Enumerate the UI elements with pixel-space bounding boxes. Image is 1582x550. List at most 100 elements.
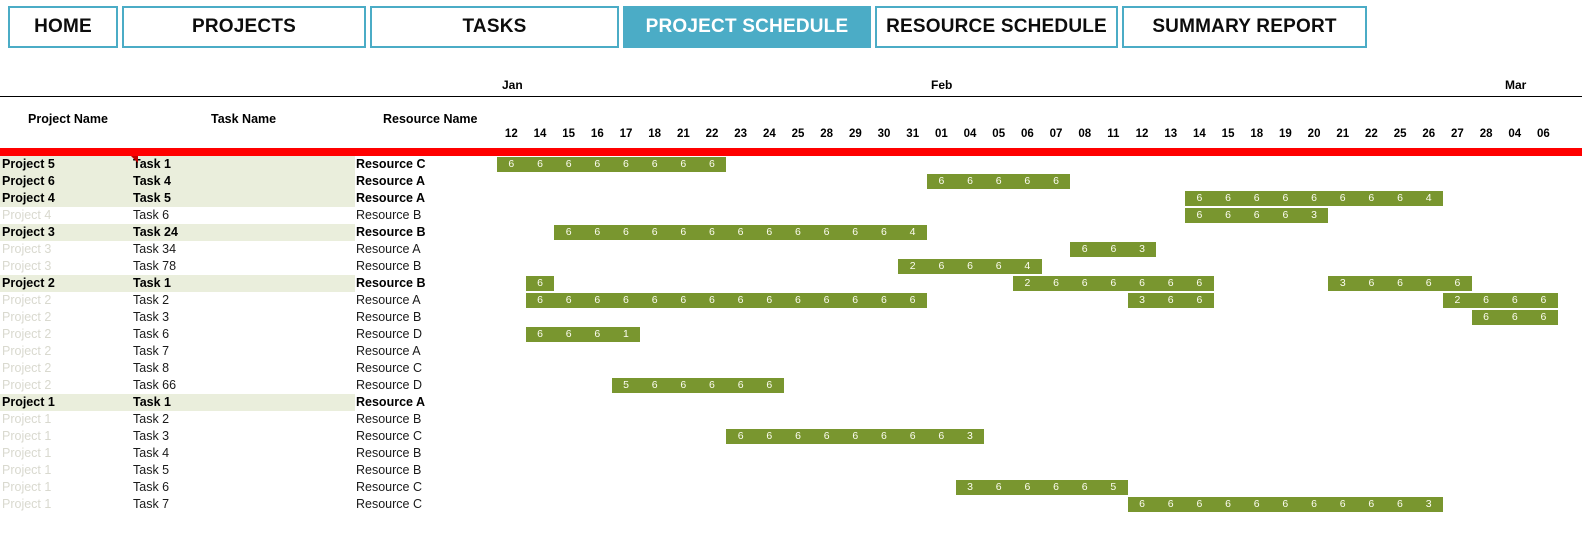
- nav-tab-project-schedule[interactable]: PROJECT SCHEDULE: [623, 6, 871, 48]
- cell-resource-name: Resource B: [356, 310, 422, 324]
- table-row[interactable]: Project 4 Task 6 Resource B 6 6 6 6 3: [0, 207, 1582, 224]
- gantt-bar-value: 6: [651, 158, 658, 170]
- table-row[interactable]: Project 4 Task 5 Resource A 6 6 6 6 6 6 6 6 4: [0, 190, 1582, 207]
- gantt-bar-value: 6: [680, 158, 687, 170]
- gantt-bar[interactable]: 2 6 6 6 4: [898, 259, 1042, 274]
- gantt-bar-value: 6: [1053, 481, 1059, 493]
- day-tick-label: 22: [705, 128, 719, 140]
- gantt-bar-value: 5: [623, 379, 629, 391]
- cell-resource-name: Resource B: [356, 225, 426, 239]
- cell-resource-name: Resource D: [356, 378, 422, 392]
- column-header-resource-name: Resource Name: [383, 112, 478, 126]
- gantt-bar[interactable]: 6 6 6 6 3: [1185, 208, 1329, 223]
- table-row[interactable]: Project 3 Task 78 Resource B 2 6 6 6 4: [0, 258, 1582, 275]
- gantt-bar[interactable]: 6 6 6 6 6 6 6 6 6 6 3: [1127, 497, 1444, 512]
- gantt-bar-value: 6: [623, 226, 629, 238]
- gantt-bar-value: 6: [1425, 277, 1432, 289]
- gantt-bar[interactable]: 3 6 6: [1127, 293, 1214, 308]
- gantt-bar-value: 6: [508, 158, 515, 170]
- gantt-bar-value: 6: [1196, 277, 1203, 289]
- cell-task-name: Task 6: [133, 208, 170, 222]
- gantt-bar-value: 6: [766, 226, 773, 238]
- day-tick-label: 25: [791, 128, 805, 140]
- nav-tab-projects[interactable]: PROJECTS: [122, 6, 366, 48]
- gantt-bar-value: 6: [880, 226, 887, 238]
- cell-task-name: Task 4: [133, 446, 170, 460]
- gantt-bar-value: 6: [1253, 209, 1260, 221]
- cell-task-name: Task 7: [133, 344, 170, 358]
- gantt-bar-value: 3: [1139, 294, 1145, 306]
- table-row[interactable]: Project 2 Task 66 Resource D 5 6 6 6 6 6: [0, 377, 1582, 394]
- gantt-bar-value: 6: [565, 158, 572, 170]
- gantt-bar[interactable]: 6: [525, 276, 555, 291]
- table-row[interactable]: Project 3 Task 24 Resource B 6 6 6 6 6 6 6 6 6 6 6 6 4: [0, 224, 1582, 241]
- day-tick-label: 27: [1451, 128, 1464, 140]
- table-row[interactable]: Project 3 Task 34 Resource A 6 6 3: [0, 241, 1582, 258]
- table-row[interactable]: Project 1 Task 6 Resource C 3 6 6 6 6 5: [0, 479, 1582, 496]
- day-tick-label: 06: [1537, 128, 1550, 140]
- gantt-bar[interactable]: 6 6 6 6 6 6 6 6 6 6 6 6 6 6: [525, 293, 928, 308]
- table-row[interactable]: Project 2 Task 8 Resource C: [0, 360, 1582, 377]
- day-tick-label: 12: [504, 128, 518, 140]
- gantt-bar[interactable]: 6 6 6 6 6 6 6 6 4: [1185, 191, 1444, 206]
- gantt-bar-value: 6: [881, 430, 887, 442]
- gantt-bar-value: 6: [880, 294, 887, 306]
- table-row[interactable]: Project 2 Task 3 Resource B 6 6 6: [0, 309, 1582, 326]
- cell-resource-name: Resource C: [356, 361, 422, 375]
- cell-project-name: Project 6: [2, 174, 55, 188]
- table-row[interactable]: Project 1 Task 5 Resource B: [0, 462, 1582, 479]
- day-tick-label: 11: [1107, 128, 1120, 140]
- table-row[interactable]: Project 2 Task 2 Resource A666666666666663…: [0, 292, 1582, 309]
- gantt-bar-value: 6: [967, 260, 973, 272]
- table-row[interactable]: Project 2 Task 6 Resource D 6 6 6 1: [0, 326, 1582, 343]
- day-tick-label: 04: [1508, 128, 1522, 140]
- table-row[interactable]: Project 1 Task 2 Resource B: [0, 411, 1582, 428]
- nav-tab-home[interactable]: HOME: [8, 6, 118, 48]
- gantt-bar[interactable]: 6 6 3: [1070, 242, 1157, 257]
- month-label-jan: Jan: [502, 78, 523, 92]
- table-row[interactable]: Project 5 Task 1 Resource C 6 6 6 6 6 6 6 6: [0, 156, 1582, 173]
- day-tick-label: 24: [762, 128, 776, 140]
- gantt-bar-value: 3: [1425, 498, 1432, 510]
- day-tick-label: 04: [963, 128, 977, 140]
- nav-tab-label: SUMMARY REPORT: [1152, 16, 1337, 37]
- gantt-bar-value: 5: [1110, 481, 1117, 493]
- gantt-bar-value: 6: [651, 379, 658, 391]
- gantt-bar[interactable]: 6 6 6 1: [525, 327, 641, 342]
- gantt-bar[interactable]: 5 6 6 6 6 6: [611, 378, 784, 393]
- nav-tab-tasks[interactable]: TASKS: [370, 6, 619, 48]
- gantt-bar[interactable]: 6 6 6 6 6 6 6 6: [497, 157, 727, 172]
- gantt-bar[interactable]: 6 6 6 6 6 6 6 6 6 6 6 6 4: [554, 225, 928, 240]
- table-row[interactable]: Project 1 Task 4 Resource B: [0, 445, 1582, 462]
- gantt-bar-value: 6: [1282, 498, 1289, 510]
- gantt-bar-value: 6: [852, 294, 859, 306]
- nav-tab-resource-schedule[interactable]: RESOURCE SCHEDULE: [875, 6, 1118, 48]
- gantt-bar-value: 6: [680, 226, 687, 238]
- nav-tab-summary-report[interactable]: SUMMARY REPORT: [1122, 6, 1367, 48]
- cell-task-name: Task 5: [133, 191, 171, 205]
- cell-project-name: Project 1: [2, 395, 55, 409]
- table-row[interactable]: Project 2 Task 1 Resource B 6 2 6 6 6 6 6 6 3 6 6 6 6: [0, 275, 1582, 292]
- table-row[interactable]: Project 1 Task 3 Resource C 6 6 6 6 6 6 6 6 3: [0, 428, 1582, 445]
- table-row[interactable]: Project 1 Task 1 Resource A: [0, 394, 1582, 411]
- gantt-bar[interactable]: 2 6 6 6: [1443, 293, 1558, 308]
- gantt-bar[interactable]: 2 6 6 6 6 6 6: [1013, 276, 1214, 291]
- gantt-bar-value: 6: [1024, 175, 1031, 187]
- gantt-bar[interactable]: 3 6 6 6 6: [1328, 276, 1472, 291]
- table-row[interactable]: Project 6 Task 4 Resource A 6 6 6 6 6: [0, 173, 1582, 190]
- day-tick-label: 20: [1307, 128, 1321, 140]
- gantt-bar[interactable]: 6 6 6 6 6 6 6 6 3: [726, 429, 985, 444]
- table-row[interactable]: Project 2 Task 7 Resource A: [0, 343, 1582, 360]
- cell-resource-name: Resource C: [356, 497, 422, 511]
- gantt-bar-value: 6: [594, 328, 601, 340]
- gantt-bar[interactable]: 6 6 6 6 6: [927, 174, 1071, 189]
- cell-project-name: Project 1: [2, 429, 52, 443]
- gantt-bar-value: 4: [1425, 192, 1432, 204]
- day-tick-label: 28: [1479, 128, 1493, 140]
- gantt-bar[interactable]: 3 6 6 6 6 5: [955, 480, 1128, 495]
- gantt-bar-value: 6: [795, 430, 801, 442]
- table-row[interactable]: Project 1 Task 7 Resource C 6 6 6 6 6 6 6 6 6 6 3: [0, 496, 1582, 513]
- gantt-bar-value: 6: [1110, 243, 1117, 255]
- gantt-bar[interactable]: 6 6 6: [1471, 310, 1558, 325]
- cell-task-name: Task 78: [133, 259, 177, 273]
